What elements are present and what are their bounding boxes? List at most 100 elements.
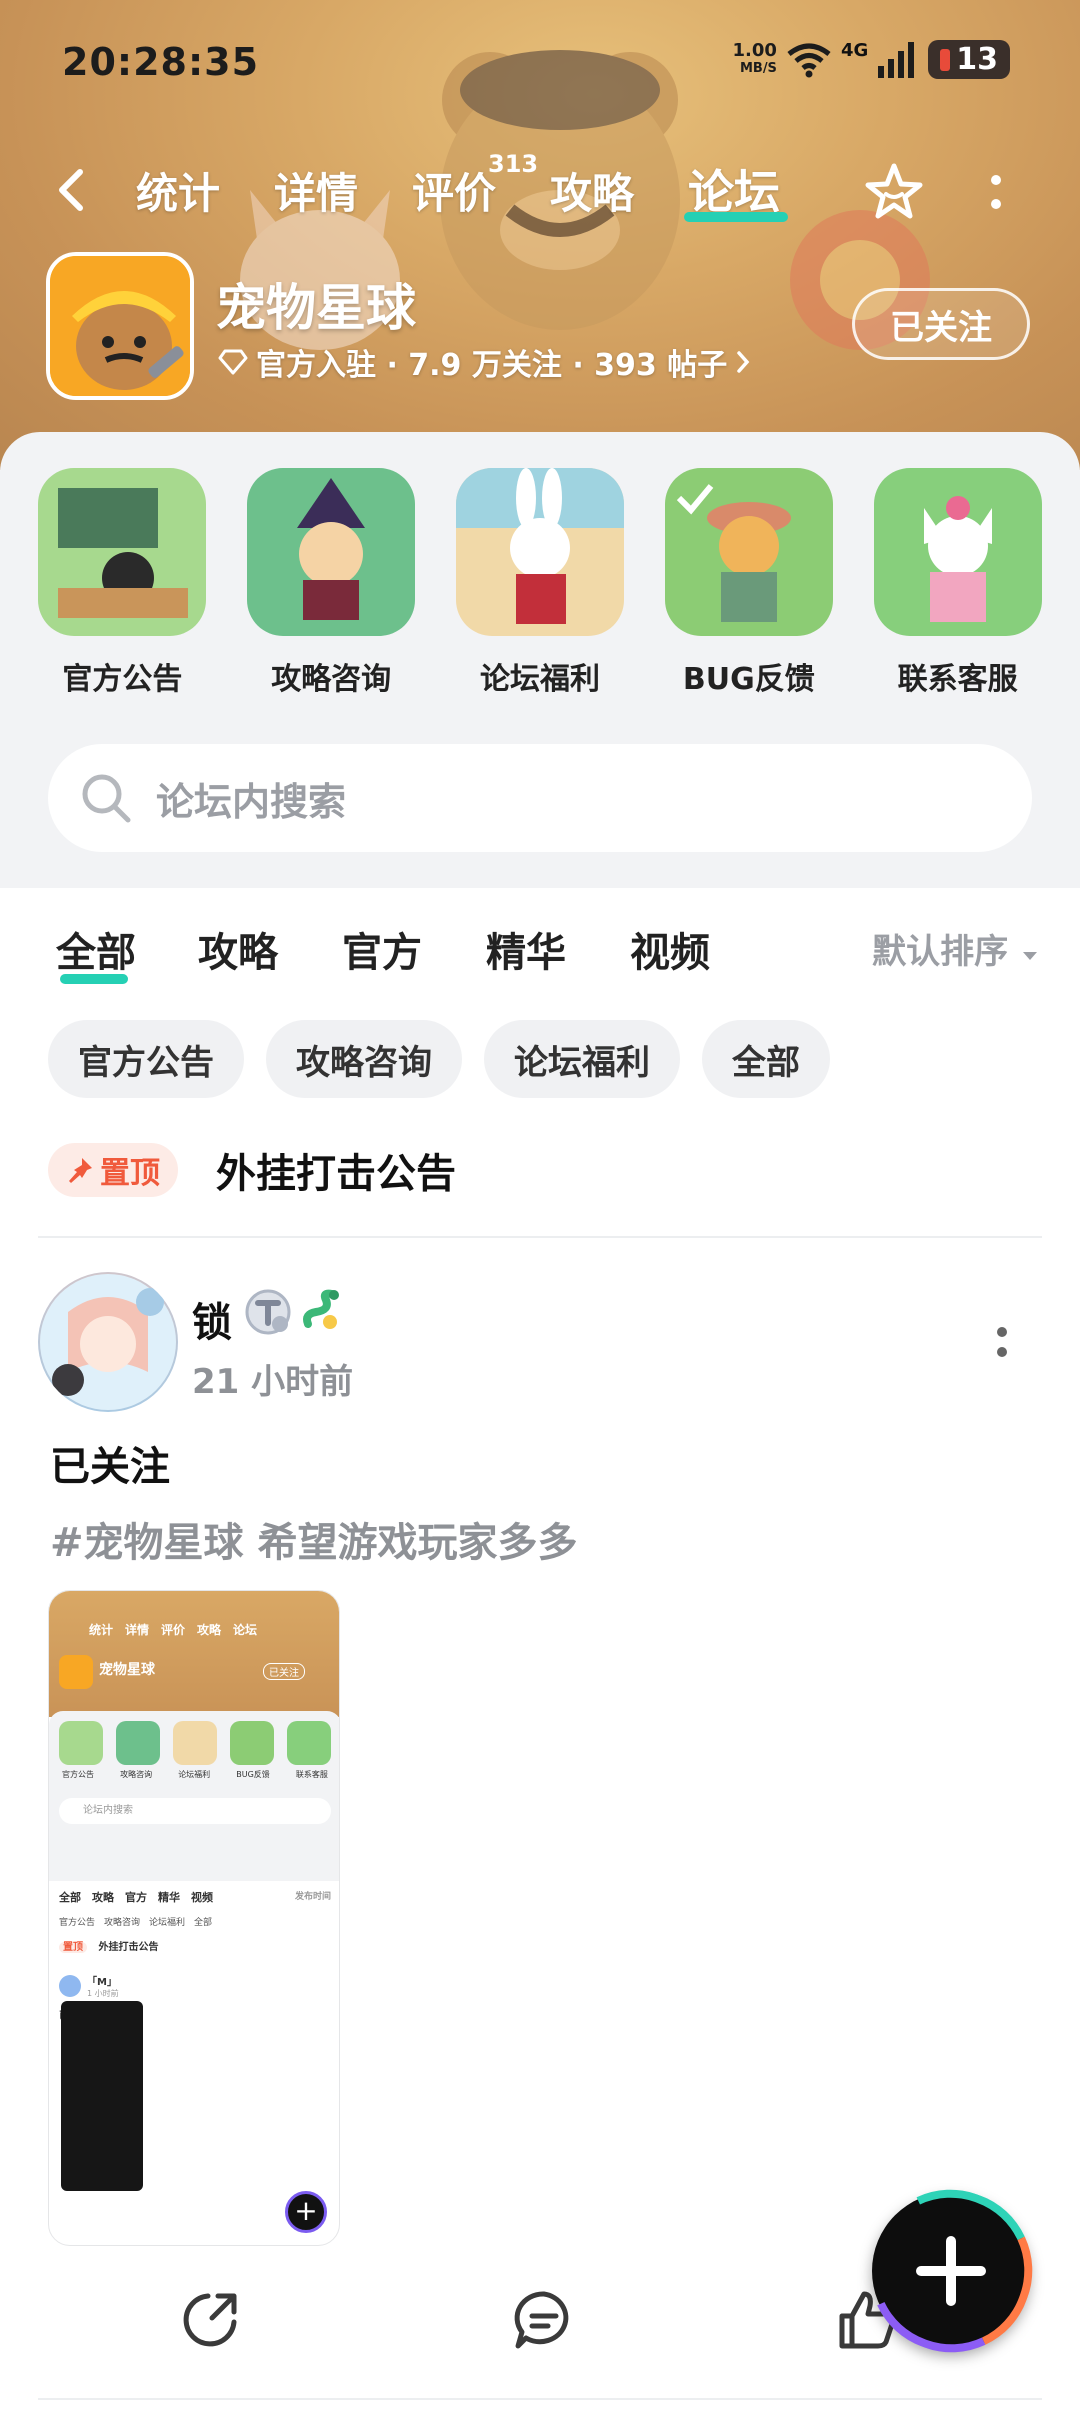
author-name[interactable]: 锁 — [192, 1290, 232, 1348]
shortcut-row: 官方公告 攻略咨询 论坛福利 BUG反馈 联系客服 — [0, 468, 1080, 698]
shortcut-bug-report[interactable]: BUG反馈 — [664, 468, 834, 698]
post-image[interactable]: 统计 详情 评价 攻略 论坛 宠物星球 已关注 官方公告 攻略咨询 论坛福利 BUG反… — [48, 1590, 340, 2246]
shortcut-forum-benefits[interactable]: 论坛福利 — [455, 468, 625, 698]
filter-tab-all[interactable]: 全部 — [56, 920, 136, 978]
mini-game-title: 宠物星球 — [99, 1662, 155, 1678]
status-icons: 1.00 MB/S 4G 13 — [733, 40, 1010, 79]
diamond-icon — [218, 349, 248, 375]
mini-sort: 发布时间 — [294, 1892, 331, 1902]
chip-official-announcements[interactable]: 官方公告 — [48, 1020, 244, 1098]
shortcut-thumb — [873, 468, 1042, 636]
mini-shortcut-labels: 官方公告 攻略咨询 论坛福利 BUG反馈 联系客服 — [62, 1770, 328, 1779]
forum-panel: 官方公告 攻略咨询 论坛福利 BUG反馈 联系客服 论坛内搜索 — [0, 432, 1080, 888]
caret-down-icon — [1023, 952, 1037, 960]
chip-forum-benefits[interactable]: 论坛福利 — [484, 1020, 680, 1098]
pinned-badge-label: 置顶 — [100, 1156, 160, 1191]
author-badges — [244, 1288, 344, 1336]
chip-all[interactable]: 全部 — [702, 1020, 830, 1098]
level-badge-icon — [245, 1289, 291, 1335]
game-meta[interactable]: 官方入驻 · 7.9 万关注 · 393 帖子 — [218, 340, 751, 384]
signal-icon — [878, 41, 915, 78]
mini-header: 统计 详情 评价 攻略 论坛 宠物星球 已关注 — [49, 1591, 339, 1717]
shortcut-thumb — [247, 468, 416, 636]
mini-fab: + — [285, 2191, 327, 2233]
mini-tab: 论坛 — [233, 1623, 258, 1637]
shortcut-label: BUG反馈 — [682, 662, 815, 697]
mini-chips: 官方公告 攻略咨询 论坛福利 全部 — [59, 1918, 213, 1928]
battery-low-icon — [940, 48, 951, 71]
more-options-icon[interactable] — [986, 172, 1006, 212]
chip-guide-consult[interactable]: 攻略咨询 — [266, 1020, 462, 1098]
shortcut-guide-consult[interactable]: 攻略咨询 — [246, 468, 416, 698]
tab-details[interactable]: 详情 — [274, 160, 358, 221]
section-divider — [38, 1236, 1042, 1238]
net-speed-value: 1.00 — [732, 39, 777, 61]
filter-active-indicator — [60, 974, 128, 984]
shortcut-contact-support[interactable]: 联系客服 — [873, 468, 1043, 698]
mini-tab: 评价 — [161, 1623, 186, 1637]
chevron-right-icon — [737, 351, 750, 373]
mini-tab: 统计 — [89, 1623, 114, 1637]
mini-pinned-badge: 置顶 — [59, 1942, 87, 1953]
shortcut-thumb — [455, 468, 624, 636]
back-arrow-icon[interactable] — [50, 168, 94, 212]
tab-reviews[interactable]: 评价 — [412, 160, 496, 221]
filter-tab-official[interactable]: 官方 — [342, 920, 422, 978]
shortcut-label: 论坛福利 — [479, 662, 600, 697]
tab-guides[interactable]: 攻略 — [550, 160, 634, 221]
mini-game-icon — [59, 1655, 93, 1689]
category-chips: 官方公告 攻略咨询 论坛福利 全部 — [48, 1020, 830, 1098]
net-speed: 1.00 MB/S — [732, 39, 777, 78]
post-more-icon[interactable] — [996, 1326, 1008, 1358]
status-time: 20:28:35 — [62, 40, 260, 84]
battery-level: 13 — [956, 42, 998, 77]
tab-stats[interactable]: 统计 — [136, 160, 220, 221]
wifi-icon — [787, 43, 831, 77]
mini-tab: 攻略 — [197, 1623, 222, 1637]
plus-icon — [916, 2236, 986, 2306]
shortcut-official-announcements[interactable]: 官方公告 — [37, 468, 207, 698]
game-title: 宠物星球 — [216, 279, 416, 337]
filter-tabs: 全部 攻略 官方 精华 视频 默认排序 — [0, 888, 1080, 1008]
game-meta-text: 官方入驻 · 7.9 万关注 · 393 帖子 — [256, 348, 728, 383]
post-hashtag[interactable]: #宠物星球 希望游戏玩家多多 — [50, 1510, 577, 1568]
forum-search-bar[interactable]: 论坛内搜索 — [48, 744, 1032, 852]
search-icon — [82, 774, 131, 823]
pinned-badge: 置顶 — [48, 1143, 178, 1197]
sort-dropdown[interactable]: 默认排序 — [872, 924, 1040, 973]
pinned-post[interactable]: 置顶 外挂打击公告 — [48, 1140, 456, 1200]
mini-filter-tabs: 全部 攻略 官方 精华 视频 — [59, 1891, 213, 1904]
mini-author: 「M」 — [87, 1977, 117, 1988]
shortcut-thumb — [38, 468, 207, 636]
review-count-badge: 313 — [488, 150, 539, 178]
mini-panel: 官方公告 攻略咨询 论坛福利 BUG反馈 联系客服 论坛内搜索 — [49, 1711, 339, 1881]
search-placeholder: 论坛内搜索 — [156, 779, 347, 824]
pin-icon — [69, 1158, 92, 1183]
active-tab-indicator — [684, 212, 788, 222]
shortcut-thumb — [664, 468, 833, 636]
create-post-button[interactable] — [872, 2192, 1030, 2350]
mini-tab: 详情 — [125, 1623, 150, 1637]
comment-icon[interactable] — [512, 2288, 576, 2352]
shortcut-label: 联系客服 — [897, 662, 1018, 697]
game-header-banner: 20:28:35 1.00 MB/S 4G 13 统计 详情 评价 313 攻略… — [0, 0, 1080, 470]
snake-badge-icon — [303, 1289, 339, 1329]
pinned-title: 外挂打击公告 — [216, 1151, 456, 1197]
filter-tab-guides[interactable]: 攻略 — [198, 920, 278, 978]
top-nav: 统计 详情 评价 313 攻略 论坛 — [0, 150, 1080, 230]
post-time: 21 小时前 — [192, 1362, 354, 1402]
mini-shortcuts — [49, 1711, 339, 1765]
author-avatar[interactable] — [38, 1272, 178, 1412]
mini-follow: 已关注 — [263, 1663, 305, 1680]
share-icon[interactable] — [178, 2288, 242, 2352]
status-bar: 20:28:35 1.00 MB/S 4G 13 — [0, 0, 1080, 120]
filter-tab-video[interactable]: 视频 — [630, 920, 710, 978]
shortcut-label: 官方公告 — [62, 662, 183, 697]
filter-tab-featured[interactable]: 精华 — [486, 920, 566, 978]
battery-indicator: 13 — [928, 40, 1010, 79]
post-text: 已关注 — [50, 1444, 170, 1490]
follow-button[interactable]: 已关注 — [852, 288, 1030, 360]
network-type: 4G — [840, 40, 869, 61]
mini-pinned-title: 外挂打击公告 — [98, 1942, 159, 1953]
star-favorite-icon[interactable] — [862, 160, 926, 224]
